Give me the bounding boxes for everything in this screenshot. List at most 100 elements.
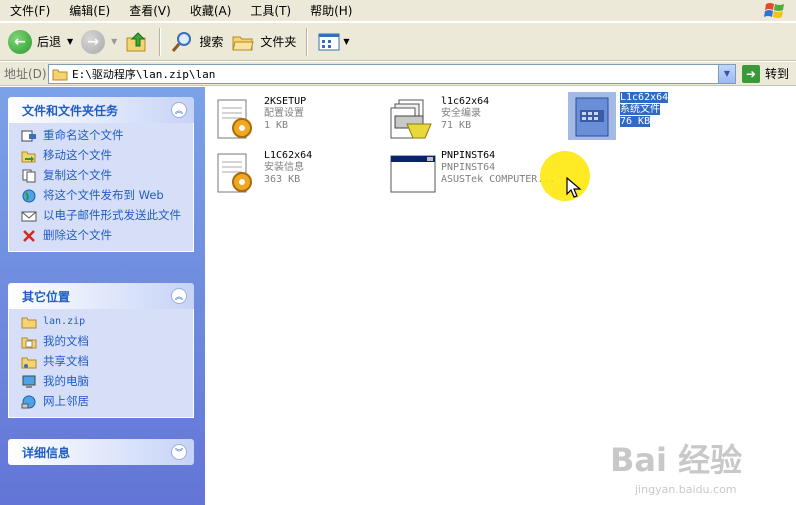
task-label: 复制这个文件: [43, 168, 112, 182]
windows-logo-icon: [764, 3, 784, 18]
task-label: 移动这个文件: [43, 148, 112, 162]
place-my-computer[interactable]: 我的电脑: [21, 375, 183, 389]
views-icon: [318, 33, 340, 50]
place-lan-zip[interactable]: lan.zip: [21, 315, 183, 329]
baidu-watermark: Bai 经验 jingyan.baidu.com: [610, 435, 742, 496]
expand-icon[interactable]: ︾: [171, 444, 187, 460]
delete-icon: [23, 230, 35, 242]
search-icon: [172, 31, 192, 52]
go-button[interactable]: ➜ 转到: [742, 64, 790, 83]
my-documents-icon: [21, 337, 37, 349]
views-button[interactable]: ▼: [313, 26, 353, 58]
go-label: 转到: [765, 67, 790, 81]
place-my-documents[interactable]: 我的文档: [21, 335, 183, 349]
toolbar-separator: [306, 27, 308, 56]
details-title: 详细信息: [22, 445, 71, 460]
up-folder-icon: [126, 31, 146, 51]
file-type: 系统文件: [620, 104, 660, 115]
forward-button[interactable]: → ▼: [77, 26, 121, 58]
address-input[interactable]: E:\驱动程序\lan.zip\lan ▼: [48, 63, 736, 84]
address-path: E:\驱动程序\lan.zip\lan: [72, 67, 216, 81]
file-item[interactable]: L1C62x64 安装信息 363 KB: [212, 150, 312, 198]
file-company: ASUSTek COMPUTER...: [441, 174, 556, 185]
collapse-icon[interactable]: ︽: [171, 102, 187, 118]
search-label: 搜索: [199, 35, 224, 49]
other-places-panel: 其它位置 ︽ lan.zip 我的文档 共享文档 我的电脑 网上邻居: [8, 283, 194, 418]
other-places-title: 其它位置: [22, 289, 71, 304]
place-label: 我的文档: [43, 334, 89, 348]
setup-info-icon: [217, 153, 252, 193]
task-move[interactable]: 移动这个文件: [21, 149, 183, 163]
task-pane: 文件和文件夹任务 ︽ 重命名这个文件 移动这个文件 复制这个文件 将这个文件发布…: [0, 87, 205, 505]
other-places-header[interactable]: 其它位置 ︽: [8, 283, 194, 309]
views-dropdown-icon[interactable]: ▼: [343, 37, 349, 46]
file-folder-tasks-panel: 文件和文件夹任务 ︽ 重命名这个文件 移动这个文件 复制这个文件 将这个文件发布…: [8, 97, 194, 252]
file-name: L1C62x64: [264, 150, 313, 161]
email-icon: [21, 211, 37, 222]
task-rename[interactable]: 重命名这个文件: [21, 129, 183, 143]
back-button[interactable]: ← 后退 ▼: [4, 26, 77, 58]
up-folder-button[interactable]: [121, 26, 153, 58]
place-label: 共享文档: [43, 354, 89, 368]
watermark-logo: Bai 经验: [610, 441, 743, 479]
watermark-url: jingyan.baidu.com: [635, 483, 737, 496]
config-settings-icon: [217, 99, 252, 139]
address-bar: 地址(D) E:\驱动程序\lan.zip\lan ▼ ➜ 转到: [0, 62, 796, 86]
menu-view[interactable]: 查看(V): [123, 0, 177, 22]
file-folder-tasks-header[interactable]: 文件和文件夹任务 ︽: [8, 97, 194, 123]
task-publish-web[interactable]: 将这个文件发布到 Web: [21, 189, 183, 203]
folders-label: 文件夹: [260, 35, 297, 49]
task-delete[interactable]: 删除这个文件: [21, 229, 183, 243]
menu-edit[interactable]: 编辑(E): [63, 0, 116, 22]
forward-dropdown-icon[interactable]: ▼: [111, 37, 117, 46]
folders-icon: [232, 36, 254, 50]
place-label: 我的电脑: [43, 374, 89, 388]
zip-folder-icon: [21, 317, 37, 329]
file-folder-tasks-list: 重命名这个文件 移动这个文件 复制这个文件 将这个文件发布到 Web 以电子邮件…: [8, 123, 194, 252]
file-type: 安装信息: [264, 162, 304, 173]
file-view: 2KSETUP 配置设置 1 KB l1c62x64 安全编录 71 KB L1: [205, 87, 796, 505]
back-label: 后退: [37, 35, 62, 49]
place-label: 网上邻居: [43, 394, 89, 408]
move-icon: [21, 151, 36, 163]
menu-tools[interactable]: 工具(T): [244, 0, 297, 22]
cursor-highlight: [540, 151, 590, 201]
details-header[interactable]: 详细信息 ︾: [8, 439, 194, 465]
other-places-list: lan.zip 我的文档 共享文档 我的电脑 网上邻居: [8, 309, 194, 418]
toolbar: ← 后退 ▼ → ▼ 搜索 文件夹 ▼: [0, 23, 796, 61]
rename-icon: [21, 130, 36, 142]
search-button[interactable]: 搜索: [166, 26, 227, 58]
file-item[interactable]: l1c62x64 安全编录 71 KB: [389, 96, 489, 144]
file-size: 363 KB: [264, 174, 301, 185]
menu-help[interactable]: 帮助(H): [304, 0, 358, 22]
file-name: l1c62x64: [441, 96, 490, 107]
address-dropdown-icon[interactable]: ▼: [718, 64, 735, 83]
shared-documents-icon: [21, 357, 37, 369]
file-item[interactable]: PNPINST64 PNPINST64 ASUSTek COMPUTER...: [389, 150, 555, 198]
file-size: 76 KB: [620, 116, 651, 127]
file-size: 1 KB: [264, 120, 289, 131]
application-icon: [390, 155, 436, 193]
toolbar-separator: [159, 27, 161, 56]
back-dropdown-icon[interactable]: ▼: [67, 37, 73, 46]
folders-button[interactable]: 文件夹: [227, 26, 300, 58]
details-panel: 详细信息 ︾: [8, 439, 194, 465]
back-arrow-icon: ←: [8, 29, 32, 54]
file-size: 71 KB: [441, 120, 472, 131]
collapse-icon[interactable]: ︽: [171, 288, 187, 304]
menu-bar: 文件(F) 编辑(E) 查看(V) 收藏(A) 工具(T) 帮助(H): [0, 0, 796, 22]
menu-file[interactable]: 文件(F): [4, 0, 56, 22]
task-copy[interactable]: 复制这个文件: [21, 169, 183, 183]
task-email[interactable]: 以电子邮件形式发送此文件: [21, 209, 183, 223]
network-icon: [21, 395, 36, 409]
place-shared-documents[interactable]: 共享文档: [21, 355, 183, 369]
system-file-icon: [568, 92, 616, 140]
menu-favorites[interactable]: 收藏(A): [184, 0, 238, 22]
file-item[interactable]: 2KSETUP 配置设置 1 KB: [212, 96, 306, 144]
go-arrow-icon: ➜: [742, 64, 760, 83]
publish-web-icon: [22, 189, 36, 203]
place-network[interactable]: 网上邻居: [21, 395, 183, 409]
file-type: 安全编录: [441, 108, 481, 119]
task-label: 删除这个文件: [43, 228, 112, 242]
file-item-selected[interactable]: L1c62x64 系统文件 76 KB: [568, 92, 669, 140]
